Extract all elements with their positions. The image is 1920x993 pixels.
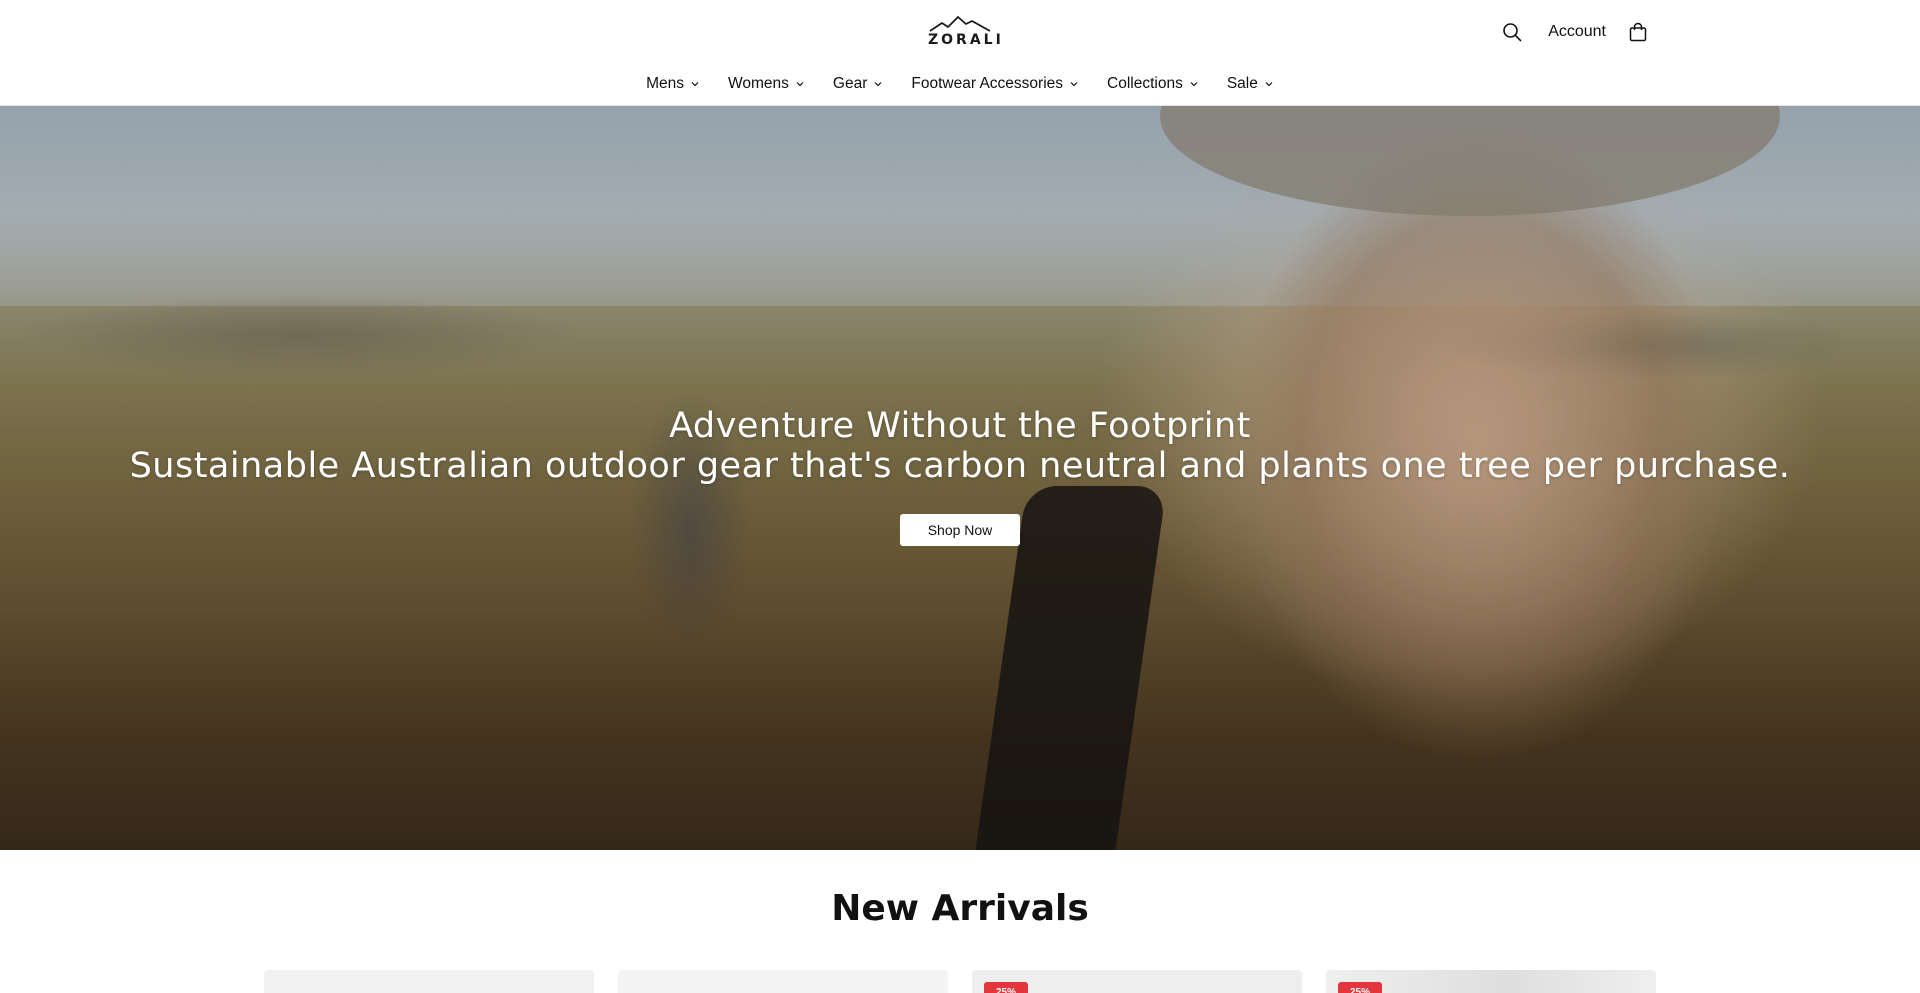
chevron-down-icon: [1189, 79, 1199, 89]
hero-banner: Adventure Without the Footprint Sustaina…: [0, 106, 1920, 850]
nav-item-label: Womens: [728, 75, 789, 92]
shopping-bag-icon[interactable]: [1626, 20, 1650, 44]
nav-item-label: Gear: [832, 75, 868, 92]
nav-item-collections[interactable]: Collections: [1107, 75, 1199, 93]
nav-item-label: Collections: [1107, 75, 1183, 92]
sale-badge: 25%: [1338, 982, 1382, 993]
product-card[interactable]: [264, 970, 594, 993]
product-card[interactable]: 25%: [1326, 970, 1656, 993]
nav-item-mens[interactable]: Mens: [646, 75, 700, 93]
brand-name: ZORALI: [928, 32, 1004, 48]
chevron-down-icon: [873, 79, 883, 89]
product-card[interactable]: [618, 970, 948, 993]
nav-item-footwear-accessories[interactable]: Footwear Accessories: [911, 75, 1079, 93]
nav-item-label: Sale: [1226, 75, 1258, 92]
chevron-down-icon: [1264, 79, 1274, 89]
sale-badge: 25%: [984, 982, 1028, 993]
nav-item-gear[interactable]: Gear: [833, 75, 883, 93]
chevron-down-icon: [1069, 79, 1079, 89]
shop-now-button[interactable]: Shop Now: [900, 514, 1020, 546]
hero-subtitle: Sustainable Australian outdoor gear that…: [129, 446, 1791, 486]
header-tools: Account: [1500, 20, 1650, 44]
search-icon[interactable]: [1500, 20, 1524, 44]
nav-item-label: Footwear Accessories: [911, 75, 1064, 92]
chevron-down-icon: [690, 79, 700, 89]
brand-logo[interactable]: ZORALI: [928, 15, 1004, 49]
hero-title: Adventure Without the Footprint: [669, 406, 1251, 446]
new-arrivals-title: New Arrivals: [831, 888, 1089, 929]
nav-item-label: Mens: [646, 75, 685, 92]
product-card-grid: 25% 25%: [264, 970, 1656, 993]
account-link[interactable]: Account: [1548, 23, 1606, 41]
hero-content: Adventure Without the Footprint Sustaina…: [0, 406, 1920, 486]
nav-item-sale[interactable]: Sale: [1227, 75, 1274, 93]
main-nav: Mens Womens Gear Footwear Accessories Co…: [0, 72, 1920, 96]
nav-item-womens[interactable]: Womens: [728, 75, 805, 93]
product-card[interactable]: 25%: [972, 970, 1302, 993]
chevron-down-icon: [795, 79, 805, 89]
site-header: ZORALI Account Mens Womens Gear Footwear…: [0, 0, 1920, 106]
